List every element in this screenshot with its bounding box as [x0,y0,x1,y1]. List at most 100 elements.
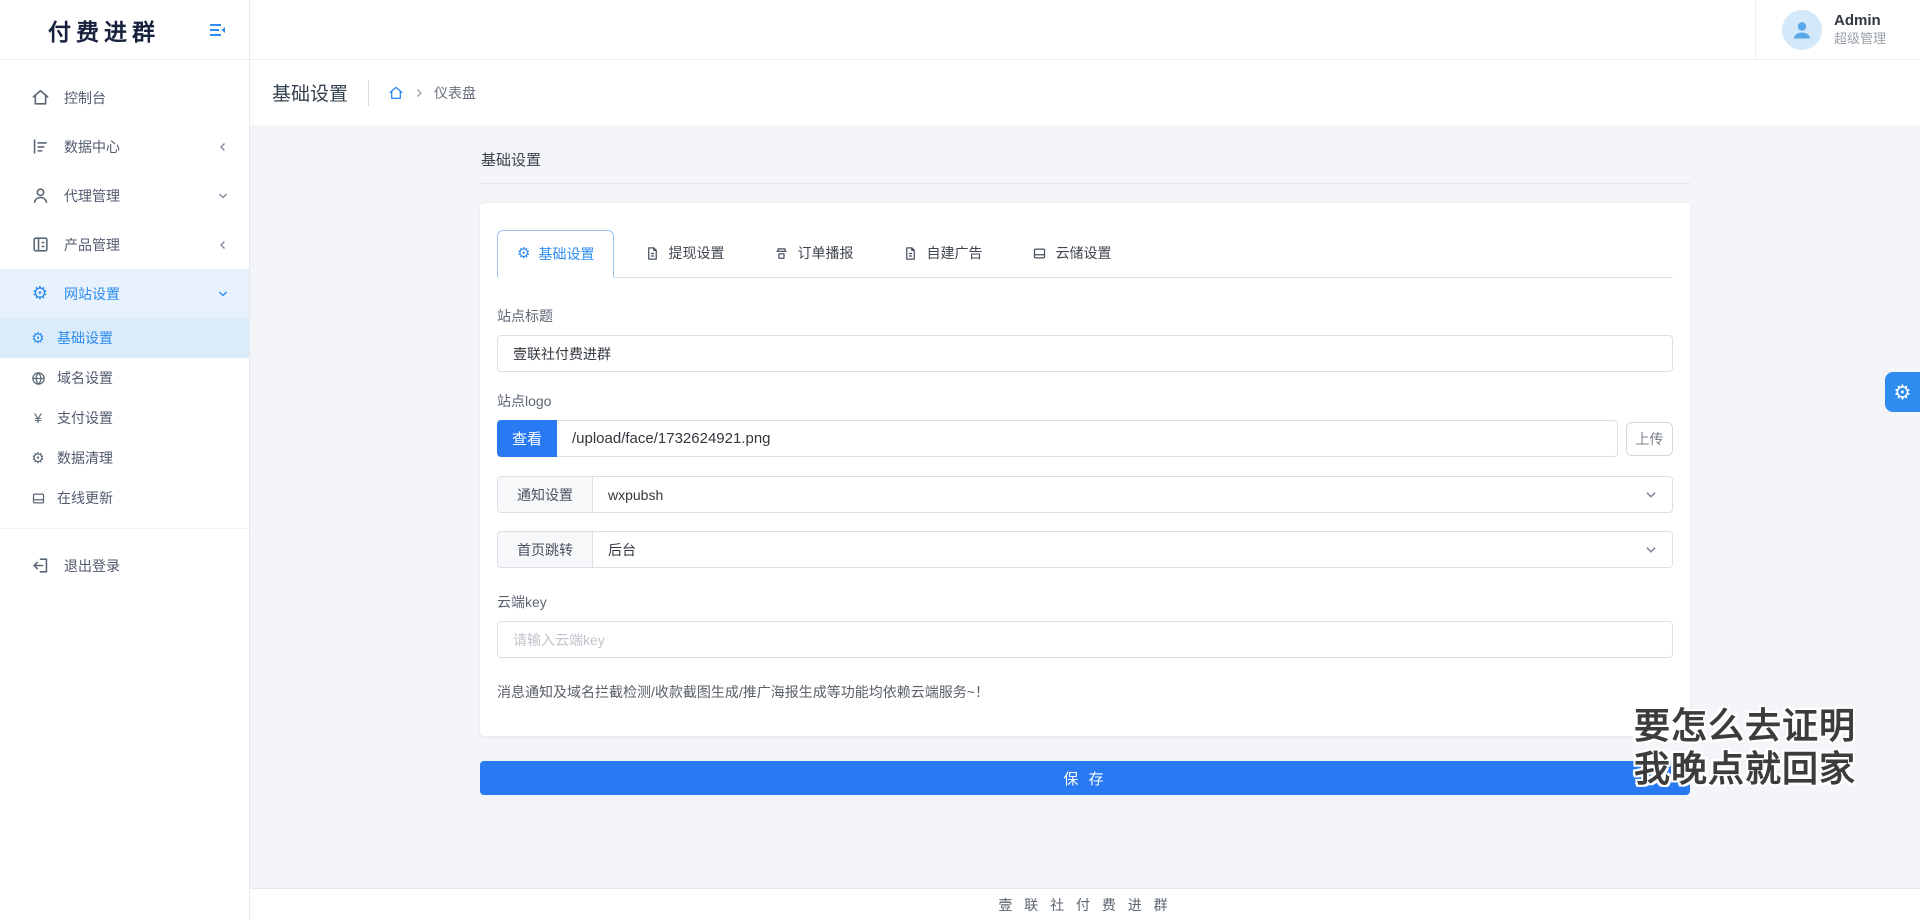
sidebar-item-data-center[interactable]: 数据中心 [0,122,249,171]
sidebar-item-product[interactable]: 产品管理 [0,220,249,269]
profile-menu[interactable]: Admin 超级管理 [1755,0,1920,59]
cloud-key-row: 云端key [497,592,1673,658]
sidebar-subitem-label: 域名设置 [57,368,113,388]
cloud-key-label: 云端key [497,592,1673,612]
sidebar-item-label: 网站设置 [64,284,120,304]
breadcrumb-divider [368,80,369,106]
gear-icon: ⚙ [30,451,46,466]
site-settings-submenu: ⚙ 基础设置 域名设置 ¥ 支付设置 ⚙ 数据清理 [0,318,249,518]
chevron-down-icon [217,190,229,202]
site-title-row: 站点标题 [497,306,1673,372]
sidebar-subitem-online-update[interactable]: 在线更新 [0,478,249,518]
sidebar-item-agent[interactable]: 代理管理 [0,171,249,220]
sidebar-subitem-payment-settings[interactable]: ¥ 支付设置 [0,398,249,438]
settings-tabs: ⚙ 基础设置 提现设置 [497,230,1673,278]
tab-self-ads[interactable]: 自建广告 [884,229,1001,277]
chevron-left-icon [217,239,229,251]
tab-label: 自建广告 [926,243,982,263]
sidebar-subitem-label: 数据清理 [57,448,113,468]
logo-path-input[interactable] [557,420,1618,457]
home-icon [29,88,51,107]
section-title: 基础设置 [480,139,1690,183]
sidebar-subitem-domain-settings[interactable]: 域名设置 [0,358,249,398]
printer-icon [774,246,789,261]
sidebar-item-site-settings[interactable]: ⚙ 网站设置 [0,269,249,318]
sidebar-item-console[interactable]: 控制台 [0,73,249,122]
topbar: Admin 超级管理 [250,0,1920,60]
admin-role: 超级管理 [1834,31,1886,47]
gear-icon: ⚙ [30,331,46,346]
profile-meta: Admin 超级管理 [1834,12,1886,47]
chart-icon [29,137,51,156]
drive-icon [1032,246,1047,261]
sidebar-nav: 控制台 数据中心 代理管理 [0,60,249,920]
product-icon [29,235,51,254]
document-icon [645,246,660,261]
user-icon [29,186,51,205]
tab-cloud-storage[interactable]: 云储设置 [1013,229,1130,277]
gear-icon: ⚙ [517,246,530,261]
app-logo: 付费进群 [48,13,160,47]
sidebar-item-label: 产品管理 [64,235,120,255]
site-title-label: 站点标题 [497,306,1673,326]
settings-card: ⚙ 基础设置 提现设置 [480,203,1690,736]
footer: 壹 联 社 付 费 进 群 [250,888,1920,920]
tab-label: 基础设置 [538,244,594,264]
notify-select-value: wxpubsh [593,487,1644,503]
home-jump-select-value: 后台 [593,540,1644,560]
sidebar-subitem-data-cleanup[interactable]: ⚙ 数据清理 [0,438,249,478]
gear-icon: ⚙ [1894,382,1912,402]
breadcrumb-dashboard[interactable]: 仪表盘 [434,83,476,103]
page-title: 基础设置 [272,79,348,106]
sidebar-logo-row: 付费进群 [0,0,249,60]
site-logo-label: 站点logo [497,391,1673,411]
site-title-input[interactable] [497,335,1673,372]
admin-name: Admin [1834,12,1886,31]
sidebar-item-label: 退出登录 [64,556,120,576]
notify-select[interactable]: 通知设置 wxpubsh [497,476,1673,513]
home-jump-select[interactable]: 首页跳转 后台 [497,531,1673,568]
chevron-right-icon [413,87,425,99]
sidebar: 付费进群 控制台 数据中心 [0,0,250,920]
content-area: 基础设置 ⚙ 基础设置 提现设置 [250,125,1920,888]
sidebar-item-label: 控制台 [64,88,106,108]
content-inner: 基础设置 ⚙ 基础设置 提现设置 [480,125,1690,795]
tab-withdraw-settings[interactable]: 提现设置 [626,229,743,277]
floating-settings-button[interactable]: ⚙ [1885,372,1920,412]
site-logo-row: 站点logo 查看 上传 [497,391,1673,457]
notify-select-label: 通知设置 [498,477,593,512]
tab-label: 订单播报 [797,243,853,263]
logout-icon [29,556,51,575]
cloud-service-hint: 消息通知及域名拦截检测/收款截图生成/推广海报生成等功能均依赖云端服务~！ [497,682,1673,702]
sidebar-subitem-label: 支付设置 [57,408,113,428]
yen-icon: ¥ [30,410,46,426]
view-button[interactable]: 查看 [497,420,557,457]
drive-icon [30,491,46,506]
breadcrumb: 基础设置 仪表盘 [250,60,1920,125]
sidebar-divider [0,528,249,529]
chevron-down-icon [1644,543,1658,557]
site-logo-group: 查看 上传 [497,420,1673,457]
tab-order-broadcast[interactable]: 订单播报 [755,229,872,277]
sidebar-subitem-label: 基础设置 [57,328,113,348]
tab-label: 提现设置 [668,243,724,263]
sidebar-item-label: 数据中心 [64,137,120,157]
home-jump-select-label: 首页跳转 [498,532,593,567]
sidebar-subitem-label: 在线更新 [57,488,113,508]
upload-button[interactable]: 上传 [1626,422,1673,456]
tab-label: 云储设置 [1055,243,1111,263]
save-button[interactable]: 保 存 [480,761,1690,795]
sidebar-collapse-icon[interactable] [207,20,227,40]
home-icon[interactable] [388,85,404,101]
footer-text: 壹 联 社 付 费 进 群 [998,895,1171,915]
tab-basic-settings[interactable]: ⚙ 基础设置 [497,230,614,278]
globe-icon [30,371,46,386]
chevron-left-icon [217,141,229,153]
cloud-key-input[interactable] [497,621,1673,658]
sidebar-item-logout[interactable]: 退出登录 [0,541,249,590]
document-icon [903,246,918,261]
avatar [1782,10,1822,50]
app-root: 付费进群 控制台 数据中心 [0,0,1920,920]
sidebar-subitem-basic-settings[interactable]: ⚙ 基础设置 [0,318,249,358]
chevron-down-icon [217,288,229,300]
